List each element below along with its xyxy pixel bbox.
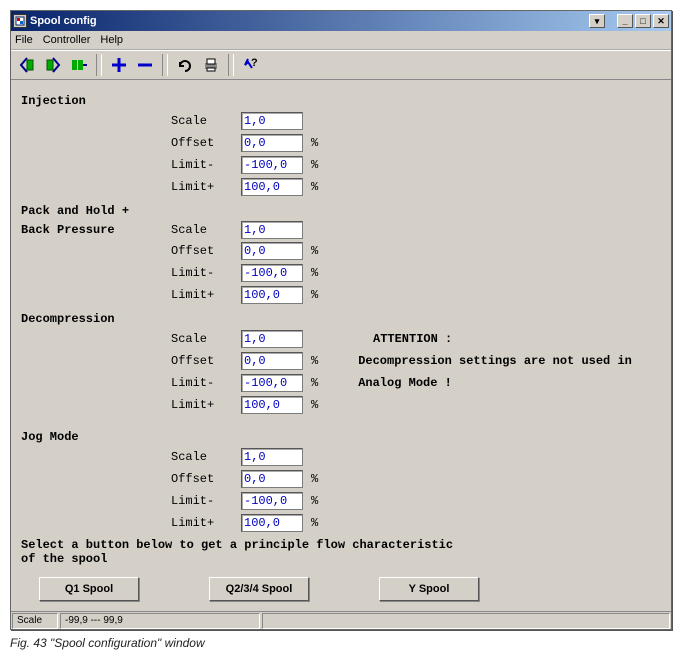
plus-icon[interactable] <box>107 53 131 77</box>
label-limitplus: Limit+ <box>171 288 241 302</box>
label-offset: Offset <box>171 354 241 368</box>
unit: % <box>311 494 318 508</box>
svg-text:?: ? <box>251 57 258 69</box>
decomp-offset-input[interactable] <box>241 352 303 370</box>
jog-scale-input[interactable] <box>241 448 303 466</box>
nav-prev-icon[interactable] <box>41 53 65 77</box>
injection-scale-input[interactable] <box>241 112 303 130</box>
unit: % <box>311 398 318 412</box>
section-decomp-title: Decompression <box>21 312 661 326</box>
spool-config-window: Spool config ▾ _ □ ✕ File Controller Hel… <box>10 10 672 630</box>
unit: % <box>311 288 318 302</box>
label-scale: Scale <box>171 332 241 346</box>
maximize-button[interactable]: □ <box>635 14 651 28</box>
instruction-text: Select a button below to get a principle… <box>21 538 661 567</box>
section-packhold-title2: Back Pressure <box>21 223 115 237</box>
jog-offset-input[interactable] <box>241 470 303 488</box>
unit: % <box>311 472 318 486</box>
app-icon <box>13 14 27 28</box>
decomp-limitminus-input[interactable] <box>241 374 303 392</box>
unit: % <box>311 266 318 280</box>
label-scale: Scale <box>171 114 241 128</box>
packhold-scale-input[interactable] <box>241 221 303 239</box>
y-spool-button[interactable]: Y Spool <box>379 577 479 601</box>
decomp-limitplus-input[interactable] <box>241 396 303 414</box>
label-limitminus: Limit- <box>171 266 241 280</box>
attention-label: ATTENTION : <box>373 332 452 346</box>
injection-limitplus-input[interactable] <box>241 178 303 196</box>
undo-icon[interactable] <box>173 53 197 77</box>
packhold-offset-input[interactable] <box>241 242 303 260</box>
jog-limitminus-input[interactable] <box>241 492 303 510</box>
minimize-button[interactable]: _ <box>617 14 633 28</box>
minus-icon[interactable] <box>133 53 157 77</box>
close-button[interactable]: ✕ <box>653 14 669 28</box>
label-offset: Offset <box>171 244 241 258</box>
label-offset: Offset <box>171 472 241 486</box>
packhold-limitminus-input[interactable] <box>241 264 303 282</box>
dropdown-button[interactable]: ▾ <box>589 14 605 28</box>
status-empty <box>262 613 670 629</box>
label-scale: Scale <box>171 223 241 237</box>
attention-text1: Decompression settings are not used in <box>358 354 632 368</box>
label-limitminus: Limit- <box>171 158 241 172</box>
menu-help[interactable]: Help <box>100 34 123 46</box>
titlebar: Spool config ▾ _ □ ✕ <box>11 11 671 31</box>
menu-controller[interactable]: Controller <box>43 34 91 46</box>
unit: % <box>311 516 318 530</box>
label-limitplus: Limit+ <box>171 516 241 530</box>
unit: % <box>311 136 318 150</box>
print-icon[interactable] <box>199 53 223 77</box>
menu-file[interactable]: File <box>15 34 33 46</box>
jog-limitplus-input[interactable] <box>241 514 303 532</box>
label-limitminus: Limit- <box>171 494 241 508</box>
unit: % <box>311 158 318 172</box>
status-range: -99,9 --- 99,9 <box>60 613 260 629</box>
content-area: Injection Scale Offset% Limit-% Limit+% … <box>11 80 671 611</box>
packhold-limitplus-input[interactable] <box>241 286 303 304</box>
injection-offset-input[interactable] <box>241 134 303 152</box>
injection-limitminus-input[interactable] <box>241 156 303 174</box>
toolbar: ? <box>11 50 671 80</box>
section-jog-title: Jog Mode <box>21 430 661 444</box>
label-scale: Scale <box>171 450 241 464</box>
status-label: Scale <box>12 613 58 629</box>
label-offset: Offset <box>171 136 241 150</box>
unit: % <box>311 376 318 390</box>
q234-spool-button[interactable]: Q2/3/4 Spool <box>209 577 309 601</box>
unit: % <box>311 180 318 194</box>
unit: % <box>311 354 318 368</box>
menubar: File Controller Help <box>11 31 671 50</box>
figure-caption: Fig. 43 "Spool configuration" window <box>10 636 672 650</box>
section-injection-title: Injection <box>21 94 661 108</box>
help-icon[interactable]: ? <box>239 53 263 77</box>
section-packhold-title1: Pack and Hold + <box>21 204 661 218</box>
attention-text2: Analog Mode ! <box>358 376 452 390</box>
label-limitminus: Limit- <box>171 376 241 390</box>
q1-spool-button[interactable]: Q1 Spool <box>39 577 139 601</box>
label-limitplus: Limit+ <box>171 398 241 412</box>
nav-next-icon[interactable] <box>67 53 91 77</box>
unit: % <box>311 244 318 258</box>
window-title: Spool config <box>30 15 97 27</box>
nav-first-icon[interactable] <box>15 53 39 77</box>
statusbar: Scale -99,9 --- 99,9 <box>11 611 671 629</box>
decomp-scale-input[interactable] <box>241 330 303 348</box>
label-limitplus: Limit+ <box>171 180 241 194</box>
